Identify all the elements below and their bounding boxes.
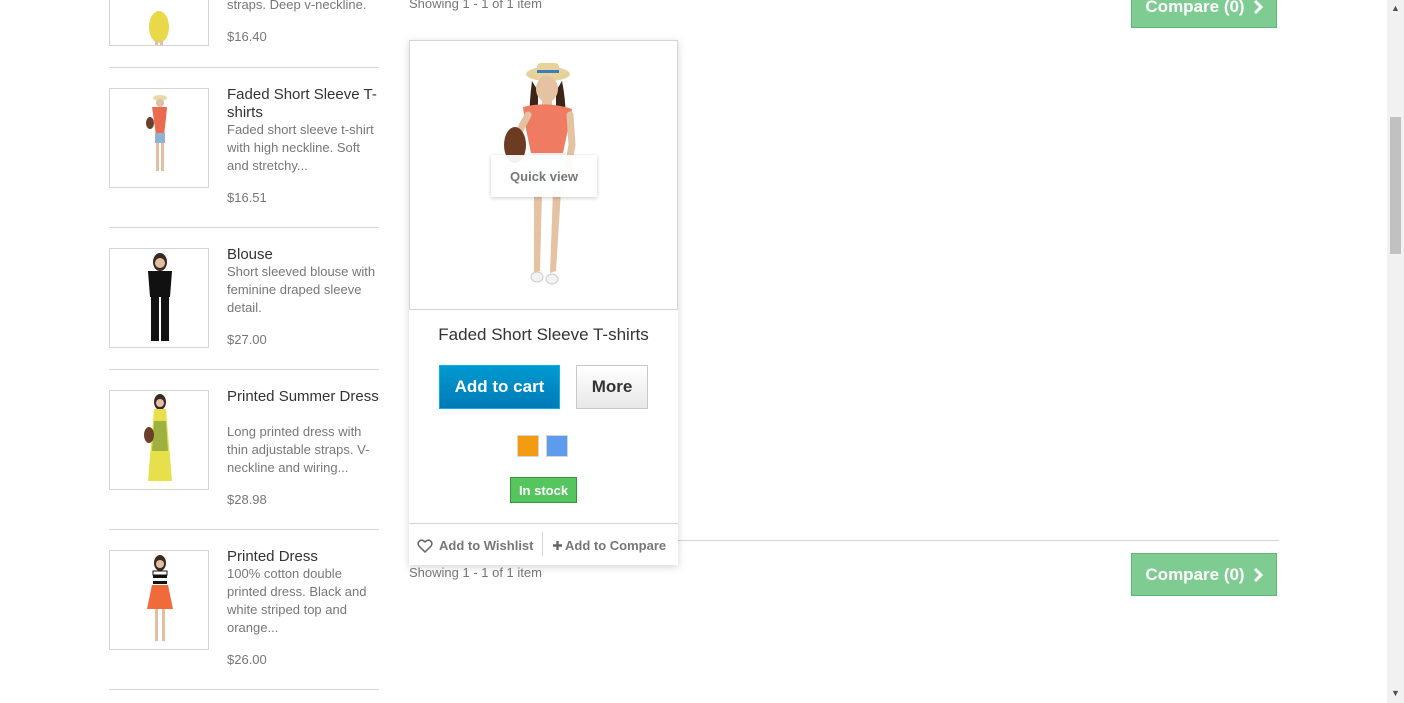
divider (109, 529, 379, 530)
sidebar-product-desc: Faded short sleeve t-shirt with high nec… (227, 122, 374, 173)
product-thumbnail[interactable] (109, 550, 209, 650)
product-thumbnail[interactable] (109, 248, 209, 348)
compare-label: Compare (0) (1145, 0, 1245, 16)
product-name[interactable]: Faded Short Sleeve T-shirts (409, 325, 678, 345)
divider (109, 227, 379, 228)
compare-label: Compare (0) (1145, 564, 1245, 584)
sidebar-product-desc: Short sleeved blouse with feminine drape… (227, 264, 376, 315)
sidebar-product-item[interactable]: Faded Short Sleeve T-shirts Faded short … (109, 86, 379, 226)
product-image[interactable]: Quick view (409, 40, 678, 310)
chevron-right-icon (1253, 567, 1263, 582)
sidebar-product-price: $26.00 (227, 652, 267, 667)
divider (409, 523, 678, 524)
more-button[interactable]: More (576, 365, 648, 409)
divider (109, 689, 379, 690)
sidebar-product-price: $28.98 (227, 492, 267, 507)
color-swatch-blue[interactable] (546, 435, 568, 457)
sidebar-product-price: $16.40 (227, 29, 267, 44)
sidebar-product-item[interactable]: Printed Summer Dress Long printed dress … (109, 388, 379, 528)
compare-button-bottom[interactable]: Compare (0) (1131, 553, 1277, 596)
scroll-up-icon[interactable]: ▲ (1391, 3, 1400, 13)
add-to-compare-link[interactable]: Add to Compare (552, 538, 666, 553)
showing-count-bottom: Showing 1 - 1 of 1 item (409, 565, 542, 580)
sidebar-product-item[interactable]: Printed Dress 100% cotton double printed… (109, 548, 379, 688)
sidebar-product-name[interactable]: Blouse (227, 246, 382, 264)
sidebar-product-desc: 100% cotton double printed dress. Black … (227, 566, 367, 635)
scroll-down-icon[interactable]: ▼ (1391, 688, 1400, 698)
sidebar-product-item[interactable]: Blouse Short sleeved blouse with feminin… (109, 246, 379, 368)
sidebar-product-desc: Long printed dress with thin adjustable … (227, 424, 370, 475)
sidebar-product-name[interactable]: Printed Dress (227, 548, 382, 566)
availability-badge: In stock (510, 477, 577, 503)
chevron-right-icon (1253, 0, 1263, 14)
product-card: Quick view Faded Short Sleeve T-shirts A… (409, 40, 678, 565)
divider (542, 532, 543, 556)
quick-view-button[interactable]: Quick view (491, 155, 597, 197)
plus-icon (553, 541, 562, 550)
add-to-wishlist-link[interactable]: Add to Wishlist (417, 538, 534, 553)
divider (109, 67, 379, 68)
scroll-thumb[interactable] (1390, 117, 1401, 254)
sidebar-product-price: $27.00 (227, 332, 267, 347)
sidebar-product-item[interactable]: straps. Deep v-neckline. $16.40 (109, 0, 379, 66)
sidebar-product-price: $16.51 (227, 190, 267, 205)
compare-link-label: Add to Compare (565, 538, 667, 553)
divider (109, 369, 379, 370)
heart-icon (417, 538, 433, 553)
product-thumbnail[interactable] (109, 390, 209, 490)
wishlist-label: Add to Wishlist (439, 538, 534, 553)
color-swatch-orange[interactable] (517, 435, 539, 457)
product-thumbnail[interactable] (109, 0, 209, 46)
page-scrollbar[interactable]: ▲ ▼ (1387, 0, 1404, 703)
sidebar-product-desc: straps. Deep v-neckline. (227, 0, 367, 12)
compare-button-top[interactable]: Compare (0) (1131, 0, 1277, 28)
add-to-cart-button[interactable]: Add to cart (439, 365, 560, 409)
product-thumbnail[interactable] (109, 88, 209, 188)
sidebar-product-name[interactable]: Faded Short Sleeve T-shirts (227, 86, 382, 122)
showing-count-top: Showing 1 - 1 of 1 item (409, 0, 542, 11)
sidebar-product-name[interactable]: Printed Summer Dress (227, 388, 382, 406)
